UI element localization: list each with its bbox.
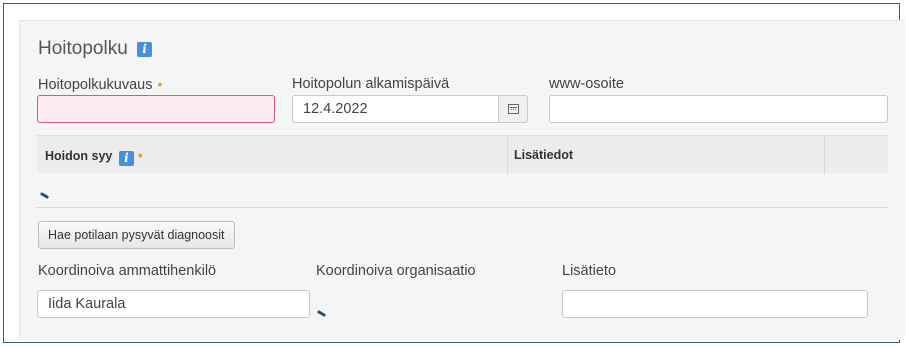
care-path-description-input[interactable] bbox=[37, 95, 275, 123]
additional-info-label: Lisätieto bbox=[562, 263, 617, 279]
coordinating-organisation-label: Koordinoiva organisaatio bbox=[316, 263, 476, 279]
fetch-diagnoses-button[interactable]: Hae potilaan pysyvät diagnoosit bbox=[38, 221, 235, 249]
calendar-icon bbox=[508, 104, 519, 114]
website-label: www-osoite bbox=[549, 76, 624, 92]
coordinating-professional-label: Koordinoiva ammattihenkilö bbox=[38, 263, 217, 279]
additional-info-input[interactable] bbox=[562, 290, 868, 318]
column-header-reason[interactable]: Hoidon syy i • bbox=[45, 136, 143, 174]
care-path-start-date-label: Hoitopolun alkamispäivä bbox=[292, 76, 450, 92]
column-divider bbox=[507, 136, 508, 174]
required-indicator: • bbox=[137, 147, 143, 163]
column-header-additional-info[interactable]: Lisätiedot bbox=[514, 136, 573, 174]
info-icon[interactable]: i bbox=[137, 42, 153, 57]
column-divider bbox=[824, 136, 825, 174]
section-divider bbox=[37, 207, 888, 208]
reason-table-header: Hoidon syy i • Lisätiedot bbox=[37, 135, 888, 174]
column-header-reason-text: Hoidon syy bbox=[45, 149, 113, 163]
calendar-button[interactable] bbox=[498, 95, 528, 123]
care-path-description-label: Hoitopolkukuvaus • bbox=[38, 76, 162, 93]
coordinating-professional-input[interactable]: Iida Kaurala bbox=[37, 290, 310, 318]
care-path-description-label-text: Hoitopolkukuvaus bbox=[38, 77, 153, 93]
info-icon[interactable]: i bbox=[118, 151, 134, 166]
section-title-text: Hoitopolku bbox=[38, 38, 128, 59]
website-input[interactable] bbox=[549, 95, 888, 123]
care-path-start-date-input[interactable]: 12.4.2022 bbox=[292, 95, 500, 123]
section-title: Hoitopolku i bbox=[38, 38, 153, 60]
required-indicator: • bbox=[157, 76, 163, 92]
